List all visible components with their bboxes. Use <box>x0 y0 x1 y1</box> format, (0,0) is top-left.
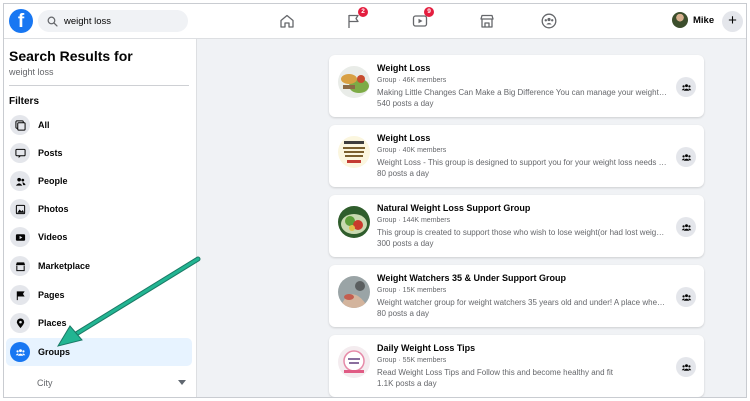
groups-icon <box>681 293 691 301</box>
groups-icon <box>681 363 691 371</box>
filter-label: Videos <box>38 232 68 242</box>
groups-icon <box>681 83 691 91</box>
create-button[interactable]: + <box>722 11 743 32</box>
notification-badge: 2 <box>358 7 368 17</box>
filter-item-all[interactable]: All <box>6 111 192 139</box>
group-thumbnail <box>338 206 370 238</box>
filters-heading: Filters <box>9 96 40 107</box>
divider <box>9 85 189 86</box>
group-thumbnail <box>338 136 370 168</box>
page-title: Search Results for <box>9 48 133 64</box>
join-group-button[interactable] <box>676 287 696 307</box>
group-meta: Group · 55K members <box>377 357 447 364</box>
search-filters-sidebar: Search Results for weight loss Filters A… <box>4 39 197 397</box>
group-description: Weight Loss - This group is designed to … <box>377 158 667 167</box>
group-description: Read Weight Loss Tips and Follow this an… <box>377 368 613 377</box>
filter-item-places[interactable]: Places <box>6 309 192 337</box>
filter-item-pages[interactable]: Pages <box>6 281 192 309</box>
join-group-button[interactable] <box>676 217 696 237</box>
search-query-text: weight loss <box>9 67 54 77</box>
group-meta: Group · 46K members <box>377 77 447 84</box>
pin-icon <box>10 313 30 333</box>
groups-icon <box>681 223 691 231</box>
group-result-card[interactable]: Weight Loss Group · 40K members Weight L… <box>329 125 704 187</box>
groups-icon <box>541 13 557 29</box>
filter-label: Marketplace <box>38 261 91 271</box>
nav-watch-button[interactable]: 9 <box>409 7 434 31</box>
nav-pages-button[interactable]: 2 <box>343 7 368 31</box>
people-icon <box>10 171 30 191</box>
group-thumbnail <box>338 66 370 98</box>
videos-icon <box>10 227 30 247</box>
group-result-card[interactable]: Weight Watchers 35 & Under Support Group… <box>329 265 704 327</box>
chevron-down-icon[interactable] <box>178 380 186 385</box>
filter-label: Photos <box>38 204 69 214</box>
filter-label: Groups <box>38 347 71 357</box>
search-input[interactable] <box>64 15 179 27</box>
profile-button[interactable]: Mike <box>672 12 714 28</box>
city-filter-label[interactable]: City <box>37 378 53 388</box>
filter-label: Pages <box>38 290 65 300</box>
group-name[interactable]: Weight Loss <box>377 63 430 73</box>
filter-label: People <box>38 176 68 186</box>
filter-item-marketplace[interactable]: Marketplace <box>6 252 192 280</box>
group-activity: 80 posts a day <box>377 309 430 318</box>
group-name[interactable]: Weight Loss <box>377 133 430 143</box>
photos-icon <box>10 199 30 219</box>
group-activity: 300 posts a day <box>377 239 434 248</box>
filter-label: All <box>38 120 50 130</box>
group-activity: 80 posts a day <box>377 169 430 178</box>
join-group-button[interactable] <box>676 147 696 167</box>
filter-item-videos[interactable]: Videos <box>6 223 192 251</box>
filter-item-people[interactable]: People <box>6 167 192 195</box>
group-name[interactable]: Daily Weight Loss Tips <box>377 343 475 353</box>
all-icon <box>10 115 30 135</box>
groups-icon <box>681 153 691 161</box>
notification-badge: 9 <box>424 7 434 17</box>
join-group-button[interactable] <box>676 357 696 377</box>
filter-label: Places <box>38 318 67 328</box>
groups-icon <box>10 342 30 362</box>
filter-item-photos[interactable]: Photos <box>6 195 192 223</box>
search-icon <box>47 16 58 27</box>
group-meta: Group · 40K members <box>377 147 447 154</box>
marketplace-icon <box>10 256 30 276</box>
group-result-card[interactable]: Daily Weight Loss Tips Group · 55K membe… <box>329 335 704 397</box>
top-navigation-bar: f 2 9 Mike + <box>4 4 746 39</box>
flag-icon <box>10 285 30 305</box>
join-group-button[interactable] <box>676 77 696 97</box>
group-thumbnail <box>338 276 370 308</box>
group-activity: 1.1K posts a day <box>377 379 437 388</box>
group-description: Making Little Changes Can Make a Big Dif… <box>377 88 667 97</box>
app-window: f 2 9 Mike + Search Results for <box>3 3 747 398</box>
filter-item-groups[interactable]: Groups <box>6 338 192 366</box>
group-result-card[interactable]: Natural Weight Loss Support Group Group … <box>329 195 704 257</box>
search-box[interactable] <box>38 10 188 32</box>
filter-item-posts[interactable]: Posts <box>6 139 192 167</box>
filter-label: Posts <box>38 148 63 158</box>
group-result-card[interactable]: Weight Loss Group · 46K members Making L… <box>329 55 704 117</box>
marketplace-icon <box>480 14 494 28</box>
avatar <box>672 12 688 28</box>
group-description: This group is created to support those w… <box>377 228 667 237</box>
group-description: Weight watcher group for weight watchers… <box>377 298 667 307</box>
nav-groups-button[interactable] <box>538 11 560 31</box>
group-name[interactable]: Weight Watchers 35 & Under Support Group <box>377 273 566 283</box>
group-thumbnail <box>338 346 370 378</box>
group-activity: 540 posts a day <box>377 99 434 108</box>
posts-icon <box>10 143 30 163</box>
group-name[interactable]: Natural Weight Loss Support Group <box>377 203 530 213</box>
home-icon <box>280 14 294 28</box>
group-meta: Group · 144K members <box>377 217 451 224</box>
nav-marketplace-button[interactable] <box>476 11 498 31</box>
group-meta: Group · 15K members <box>377 287 447 294</box>
facebook-logo[interactable]: f <box>9 9 33 33</box>
profile-name: Mike <box>693 14 715 26</box>
nav-home-button[interactable] <box>276 11 298 31</box>
